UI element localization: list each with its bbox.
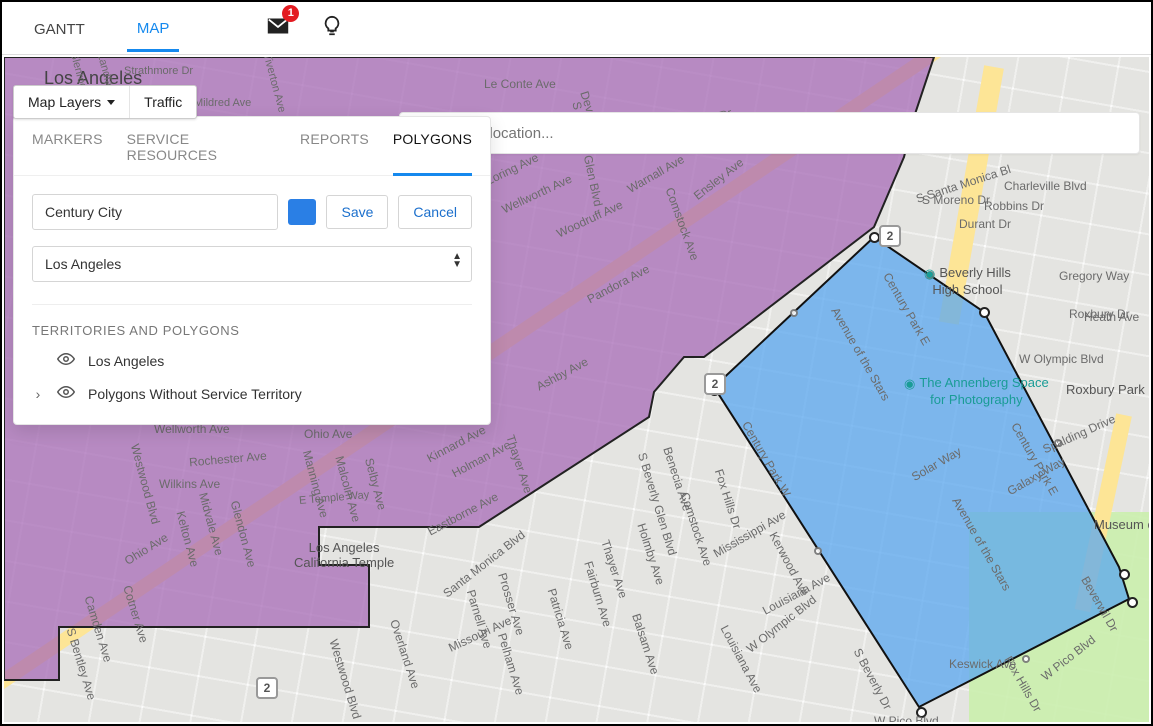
eye-icon xyxy=(57,383,75,401)
polygon-midpoint[interactable] xyxy=(1054,439,1062,447)
tab-gantt[interactable]: GANTT xyxy=(24,6,95,50)
cancel-button[interactable]: Cancel xyxy=(398,195,472,229)
territory-item-label: Polygons Without Service Territory xyxy=(88,386,302,402)
visibility-toggle-icon[interactable] xyxy=(56,383,76,404)
panel-tab-service-resources[interactable]: SERVICE RESOURCES xyxy=(127,131,276,175)
territory-list-item[interactable]: Los Angeles xyxy=(14,338,490,371)
notification-badge: 1 xyxy=(282,5,299,22)
polygon-midpoint[interactable] xyxy=(790,309,798,317)
polygon-color-swatch[interactable] xyxy=(288,199,316,225)
eye-icon xyxy=(57,350,75,368)
polygon-vertex[interactable] xyxy=(1127,597,1138,608)
visibility-toggle-icon[interactable] xyxy=(56,350,76,371)
map-layers-button[interactable]: Map Layers xyxy=(14,86,130,118)
map-layers-panel: MARKERS SERVICE RESOURCES REPORTS POLYGO… xyxy=(13,116,491,425)
polygon-vertex[interactable] xyxy=(1119,569,1130,580)
territory-list-item[interactable]: › Polygons Without Service Territory xyxy=(14,371,490,424)
map-traffic-button[interactable]: Traffic xyxy=(130,86,196,118)
app-top-bar: GANTT MAP 1 xyxy=(2,2,1151,55)
map-search-input[interactable] xyxy=(414,124,1125,143)
lightbulb-icon xyxy=(321,15,343,37)
polygon-vertex[interactable] xyxy=(916,707,927,718)
polygon-draft-century-city[interactable] xyxy=(704,207,1149,722)
section-heading: TERRITORIES AND POLYGONS xyxy=(14,305,490,338)
polygon-midpoint[interactable] xyxy=(1022,655,1030,663)
expand-toggle-icon[interactable]: › xyxy=(32,386,44,402)
territory-item-label: Los Angeles xyxy=(88,353,164,369)
panel-tab-markers[interactable]: MARKERS xyxy=(32,131,103,175)
map-layers-label: Map Layers xyxy=(28,94,101,110)
polygon-midpoint[interactable] xyxy=(814,547,822,555)
route-marker: 2 xyxy=(256,677,278,699)
help-button[interactable] xyxy=(321,15,343,42)
polygon-midpoint[interactable] xyxy=(926,271,934,279)
map-search-bar[interactable] xyxy=(399,112,1140,154)
territory-select[interactable]: Los Angeles xyxy=(32,246,472,282)
notifications-button[interactable]: 1 xyxy=(267,15,289,42)
route-marker: 2 xyxy=(879,225,901,247)
polygon-name-input[interactable] xyxy=(32,194,278,230)
panel-tab-reports[interactable]: REPORTS xyxy=(300,131,369,175)
polygon-vertex[interactable] xyxy=(979,307,990,318)
tab-map[interactable]: MAP xyxy=(127,5,180,52)
panel-tab-polygons[interactable]: POLYGONS xyxy=(393,131,472,176)
save-button[interactable]: Save xyxy=(326,195,388,229)
map-canvas[interactable]: 2 2 2 Los Angeles California Temple ◉Bev… xyxy=(4,57,1149,722)
panel-tabs: MARKERS SERVICE RESOURCES REPORTS POLYGO… xyxy=(14,117,490,176)
route-marker: 2 xyxy=(704,373,726,395)
map-layer-menu: Map Layers Traffic xyxy=(13,85,197,119)
chevron-down-icon xyxy=(107,100,115,105)
